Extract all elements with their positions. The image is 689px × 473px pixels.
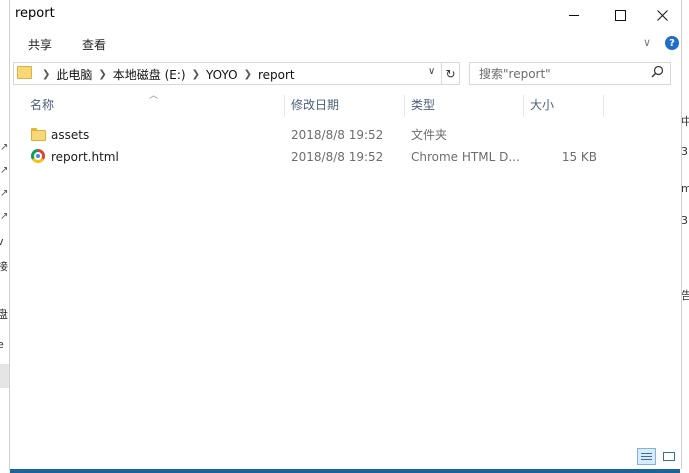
breadcrumb-item-report[interactable]: report: [258, 68, 295, 82]
pin-icon: ↗: [0, 211, 9, 222]
file-row-report-html[interactable]: report.html 2018/8/8 19:52 Chrome HTML D…: [24, 146, 604, 168]
search-input[interactable]: [470, 63, 655, 84]
background-text: 中: [681, 115, 689, 128]
background-text: m: [681, 182, 689, 195]
minimize-icon: [569, 14, 579, 16]
minimize-button[interactable]: [551, 0, 597, 30]
pin-icon: ↗: [0, 142, 9, 153]
window-title: report: [15, 6, 55, 21]
chevron-down-icon[interactable]: ∨: [428, 66, 435, 77]
help-icon[interactable]: ?: [665, 36, 679, 50]
close-button[interactable]: [639, 0, 685, 30]
folder-icon: [31, 128, 46, 141]
file-name: assets: [51, 128, 90, 142]
details-view-button[interactable]: [637, 448, 656, 465]
chevron-down-icon[interactable]: ∨: [643, 36, 651, 49]
search-icon: [651, 65, 664, 78]
background-selection: [0, 364, 9, 388]
chevron-right-icon[interactable]: ❯: [98, 69, 106, 80]
background-text: 接: [0, 258, 8, 274]
file-date: 2018/8/8 19:52: [291, 150, 384, 164]
file-row-assets[interactable]: assets 2018/8/8 19:52 文件夹: [24, 124, 604, 146]
column-header-type[interactable]: 类型: [405, 94, 524, 118]
folder-icon: [17, 66, 32, 79]
pin-icon: ↗: [0, 165, 9, 176]
chevron-right-icon[interactable]: ❯: [192, 69, 200, 80]
chevron-right-icon[interactable]: ❯: [42, 69, 50, 80]
background-text: 告: [681, 289, 689, 302]
maximize-icon: [614, 9, 626, 21]
search-box[interactable]: [469, 62, 671, 85]
large-icons-view-button[interactable]: [660, 448, 679, 465]
column-header-date[interactable]: 修改日期: [285, 94, 405, 118]
background-text: v: [0, 235, 4, 248]
chevron-right-icon[interactable]: ❯: [244, 69, 252, 80]
breadcrumb-item-yoyo[interactable]: YOYO: [206, 68, 238, 82]
breadcrumb: ❯ 此电脑 ❯ 本地磁盘 (E:) ❯ YOYO ❯ report: [36, 66, 295, 83]
close-icon: [656, 9, 668, 21]
column-header-label: 名称: [30, 98, 55, 112]
refresh-button[interactable]: ↻: [442, 62, 460, 85]
column-headers: 名称 修改日期 类型 大小: [10, 94, 681, 118]
column-header-label: 修改日期: [291, 98, 340, 112]
tab-view[interactable]: 查看: [82, 36, 106, 53]
column-header-label: 大小: [530, 98, 555, 112]
column-header-size[interactable]: 大小: [524, 94, 604, 118]
background-text: e: [0, 338, 4, 351]
column-header-name[interactable]: 名称: [24, 94, 285, 118]
file-type: Chrome HTML D...: [411, 150, 520, 164]
background-text: 3: [681, 145, 688, 158]
maximize-button[interactable]: [597, 0, 643, 30]
file-name: report.html: [51, 150, 119, 164]
address-bar[interactable]: ❯ 此电脑 ❯ 本地磁盘 (E:) ❯ YOYO ❯ report ∨: [13, 62, 442, 85]
background-text: 盘: [0, 306, 8, 322]
file-type: 文件夹: [411, 128, 448, 142]
chrome-icon: [31, 149, 45, 163]
column-header-label: 类型: [411, 98, 436, 112]
background-text: 3: [681, 214, 688, 227]
large-icons-view-icon: [663, 452, 675, 461]
file-size: 15 KB: [561, 150, 597, 164]
breadcrumb-item-this-pc[interactable]: 此电脑: [56, 66, 92, 83]
title-bar: report: [10, 0, 681, 30]
file-date: 2018/8/8 19:52: [291, 128, 384, 142]
pin-icon: ↗: [0, 188, 9, 199]
ribbon: 共享 查看 ∨ ?: [10, 30, 681, 56]
breadcrumb-item-drive[interactable]: 本地磁盘 (E:): [113, 66, 186, 83]
refresh-icon: ↻: [445, 66, 456, 81]
explorer-window: report 共享 查看 ∨ ? ❯ 此电脑 ❯ 本地磁盘 (E:) ❯ YOY…: [9, 0, 682, 469]
tab-share[interactable]: 共享: [28, 36, 52, 53]
column-divider[interactable]: [603, 95, 604, 117]
